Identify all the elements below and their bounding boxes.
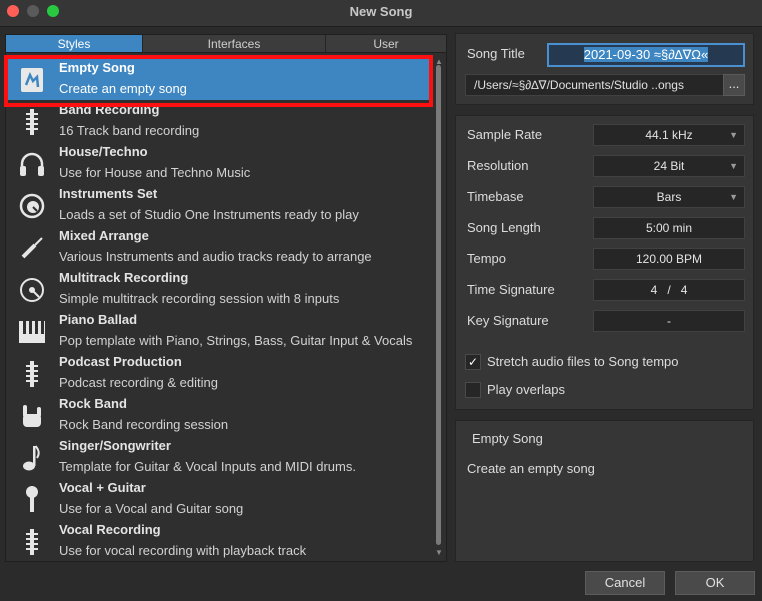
list-item[interactable]: Vocal + Guitar Use for a Vocal and Guita…	[6, 478, 432, 520]
template-name: Vocal Recording	[59, 522, 161, 537]
scroll-down-icon[interactable]: ▼	[435, 548, 443, 557]
key-signature-label: Key Signature	[467, 313, 549, 328]
list-item[interactable]: Podcast Production Podcast recording & e…	[6, 352, 432, 394]
chevron-down-icon: ▼	[729, 130, 738, 140]
time-signature-input[interactable]: 4 / 4	[593, 279, 745, 301]
list-item[interactable]: Piano Ballad Pop template with Piano, St…	[6, 310, 432, 352]
input-strip-icon	[18, 528, 46, 556]
stretch-audio-checkbox[interactable]: ✓	[465, 354, 481, 370]
rock-hand-icon	[18, 402, 46, 430]
template-list: Empty Song Create an empty song Band Rec…	[5, 52, 447, 562]
timebase-label: Timebase	[467, 189, 524, 204]
template-desc: Podcast recording & editing	[59, 375, 218, 390]
tab-user[interactable]: User	[326, 35, 446, 52]
template-desc: Template for Guitar & Vocal Inputs and M…	[59, 459, 356, 474]
play-overlaps-label: Play overlaps	[487, 382, 566, 397]
headphones-icon	[18, 150, 46, 178]
knob-icon	[18, 192, 46, 220]
selection-highlight-box	[4, 55, 433, 107]
template-tabs: Styles Interfaces User	[5, 34, 447, 53]
sample-rate-label: Sample Rate	[467, 127, 543, 142]
tab-interfaces[interactable]: Interfaces	[143, 35, 326, 52]
disc-icon	[18, 276, 46, 304]
template-desc: Rock Band recording session	[59, 417, 229, 432]
song-length-input[interactable]: 5:00 min	[593, 217, 745, 239]
tempo-input[interactable]: 120.00 BPM	[593, 248, 745, 270]
ok-button[interactable]: OK	[675, 571, 755, 595]
cancel-button[interactable]: Cancel	[585, 571, 665, 595]
template-name: Instruments Set	[59, 186, 158, 201]
chevron-down-icon: ▼	[729, 161, 738, 171]
song-length-label: Song Length	[467, 220, 541, 235]
list-item[interactable]: House/Techno Use for House and Techno Mu…	[6, 142, 432, 184]
sample-rate-dropdown[interactable]: 44.1 kHz ▼	[593, 124, 745, 146]
play-overlaps-checkbox[interactable]	[465, 382, 481, 398]
sample-rate-value: 44.1 kHz	[645, 128, 693, 142]
template-name: Mixed Arrange	[59, 228, 149, 243]
timebase-dropdown[interactable]: Bars ▼	[593, 186, 745, 208]
song-path-field[interactable]: /Users/≈§∂∆∇/Documents/Studio ..ongs	[465, 74, 729, 96]
template-desc: Use for a Vocal and Guitar song	[59, 501, 244, 516]
microphone-icon	[18, 486, 46, 514]
list-item[interactable]: Instruments Set Loads a set of Studio On…	[6, 184, 432, 226]
template-desc: Use for House and Techno Music	[59, 165, 251, 180]
template-name: House/Techno	[59, 144, 148, 159]
list-item[interactable]: Singer/Songwriter Template for Guitar & …	[6, 436, 432, 478]
ts-denominator[interactable]: 4	[681, 283, 688, 297]
piano-keys-icon	[18, 318, 46, 346]
stretch-audio-label: Stretch audio files to Song tempo	[487, 354, 679, 369]
input-strip-icon	[18, 360, 46, 388]
template-name: Singer/Songwriter	[59, 438, 171, 453]
template-name: Vocal + Guitar	[59, 480, 146, 495]
list-item[interactable]: Mixed Arrange Various Instruments and au…	[6, 226, 432, 268]
tab-styles[interactable]: Styles	[6, 35, 143, 52]
resolution-dropdown[interactable]: 24 Bit ▼	[593, 155, 745, 177]
template-name: Rock Band	[59, 396, 127, 411]
template-desc: Various Instruments and audio tracks rea…	[59, 249, 372, 264]
time-signature-label: Time Signature	[467, 282, 555, 297]
template-desc: Simple multitrack recording session with…	[59, 291, 340, 306]
resolution-value: 24 Bit	[653, 159, 685, 173]
window-title: New Song	[349, 4, 413, 19]
template-desc: Pop template with Piano, Strings, Bass, …	[59, 333, 413, 348]
timebase-value: Bars	[656, 190, 682, 204]
template-desc: 16 Track band recording	[59, 123, 200, 138]
list-item[interactable]: Vocal Recording Use for vocal recording …	[6, 520, 432, 561]
template-name: Piano Ballad	[59, 312, 138, 327]
info-title: Empty Song	[472, 431, 543, 446]
key-signature-input[interactable]: -	[593, 310, 745, 332]
input-strip-icon	[18, 108, 46, 136]
scroll-thumb[interactable]	[436, 65, 441, 545]
ts-numerator[interactable]: 4	[651, 283, 658, 297]
info-desc: Create an empty song	[467, 461, 595, 476]
template-desc: Use for vocal recording with playback tr…	[59, 543, 307, 558]
cable-icon	[18, 234, 46, 262]
song-title-label: Song Title	[467, 46, 525, 61]
title-bar: New Song	[0, 0, 762, 27]
music-note-icon	[18, 444, 46, 472]
tempo-label: Tempo	[467, 251, 507, 266]
list-item[interactable]: Multitrack Recording Simple multitrack r…	[6, 268, 432, 310]
song-title-value: 2021-09-30 ≈§∂∆∇Ω«	[583, 47, 709, 62]
song-title-input[interactable]: 2021-09-30 ≈§∂∆∇Ω«	[547, 43, 745, 67]
resolution-label: Resolution	[467, 158, 529, 173]
browse-path-button[interactable]: ...	[723, 74, 745, 96]
ts-separator: /	[667, 283, 671, 297]
list-item[interactable]: Rock Band Rock Band recording session	[6, 394, 432, 436]
template-name: Podcast Production	[59, 354, 182, 369]
template-name: Multitrack Recording	[59, 270, 189, 285]
list-scrollbar[interactable]: ▲ ▼	[434, 53, 446, 561]
template-desc: Loads a set of Studio One Instruments re…	[59, 207, 359, 222]
chevron-down-icon: ▼	[729, 192, 738, 202]
